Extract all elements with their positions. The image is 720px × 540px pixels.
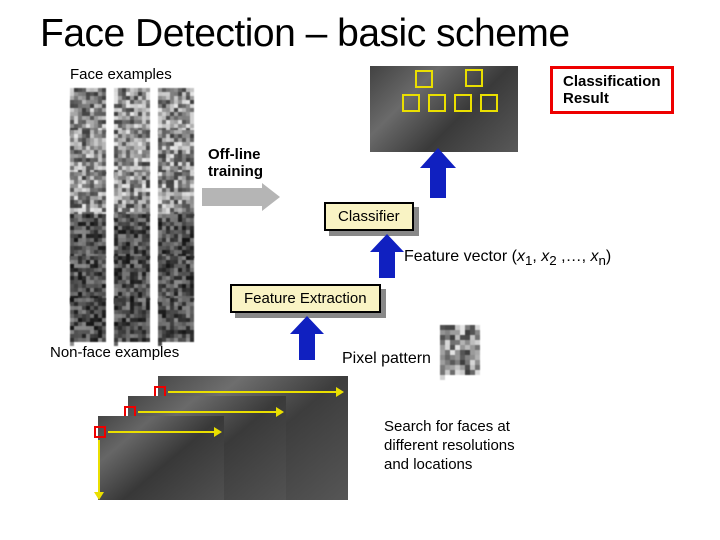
detection-box [402,94,420,112]
thumb [158,130,196,168]
face-examples-label: Face examples [70,66,172,83]
thumb [158,256,196,294]
thumb [70,256,108,294]
arrow-classifier-to-result [420,148,460,204]
thumb [114,88,152,126]
slide-title: Face Detection – basic scheme [40,12,570,56]
thumb [70,298,108,336]
thumb [158,214,196,252]
thumb [158,298,196,336]
detection-box [480,94,498,112]
classifier-box: Classifier [324,202,414,231]
search-text: Search for faces at different resolution… [384,418,515,474]
classification-result-box: Classification Result [550,66,674,114]
pixel-pattern-label: Pixel pattern [342,350,431,368]
crowd-small [98,416,224,500]
detection-box [428,94,446,112]
detection-box [465,69,483,87]
thumb [158,88,196,126]
thumb [114,172,152,210]
arrow-fe-to-classifier [370,234,406,284]
thumb [114,256,152,294]
scan-window [94,426,106,438]
thumb [114,214,152,252]
crowd-image-result [370,66,518,152]
thumb [114,130,152,168]
thumb [114,298,152,336]
feature-extraction-box: Feature Extraction [230,284,381,313]
thumb [70,130,108,168]
thumb [70,172,108,210]
thumb [70,88,108,126]
thumb [70,214,108,252]
detection-box [415,70,433,88]
pixel-pattern-thumb [440,325,484,369]
feature-vector-label: Feature vector (x1, x2 ,…, xn) [404,248,611,268]
arrow-pixel-to-fe [290,316,326,366]
nonface-examples-label: Non-face examples [50,344,179,361]
detection-box [454,94,472,112]
offline-training-label: Off-line training [208,146,263,180]
thumb [158,172,196,210]
